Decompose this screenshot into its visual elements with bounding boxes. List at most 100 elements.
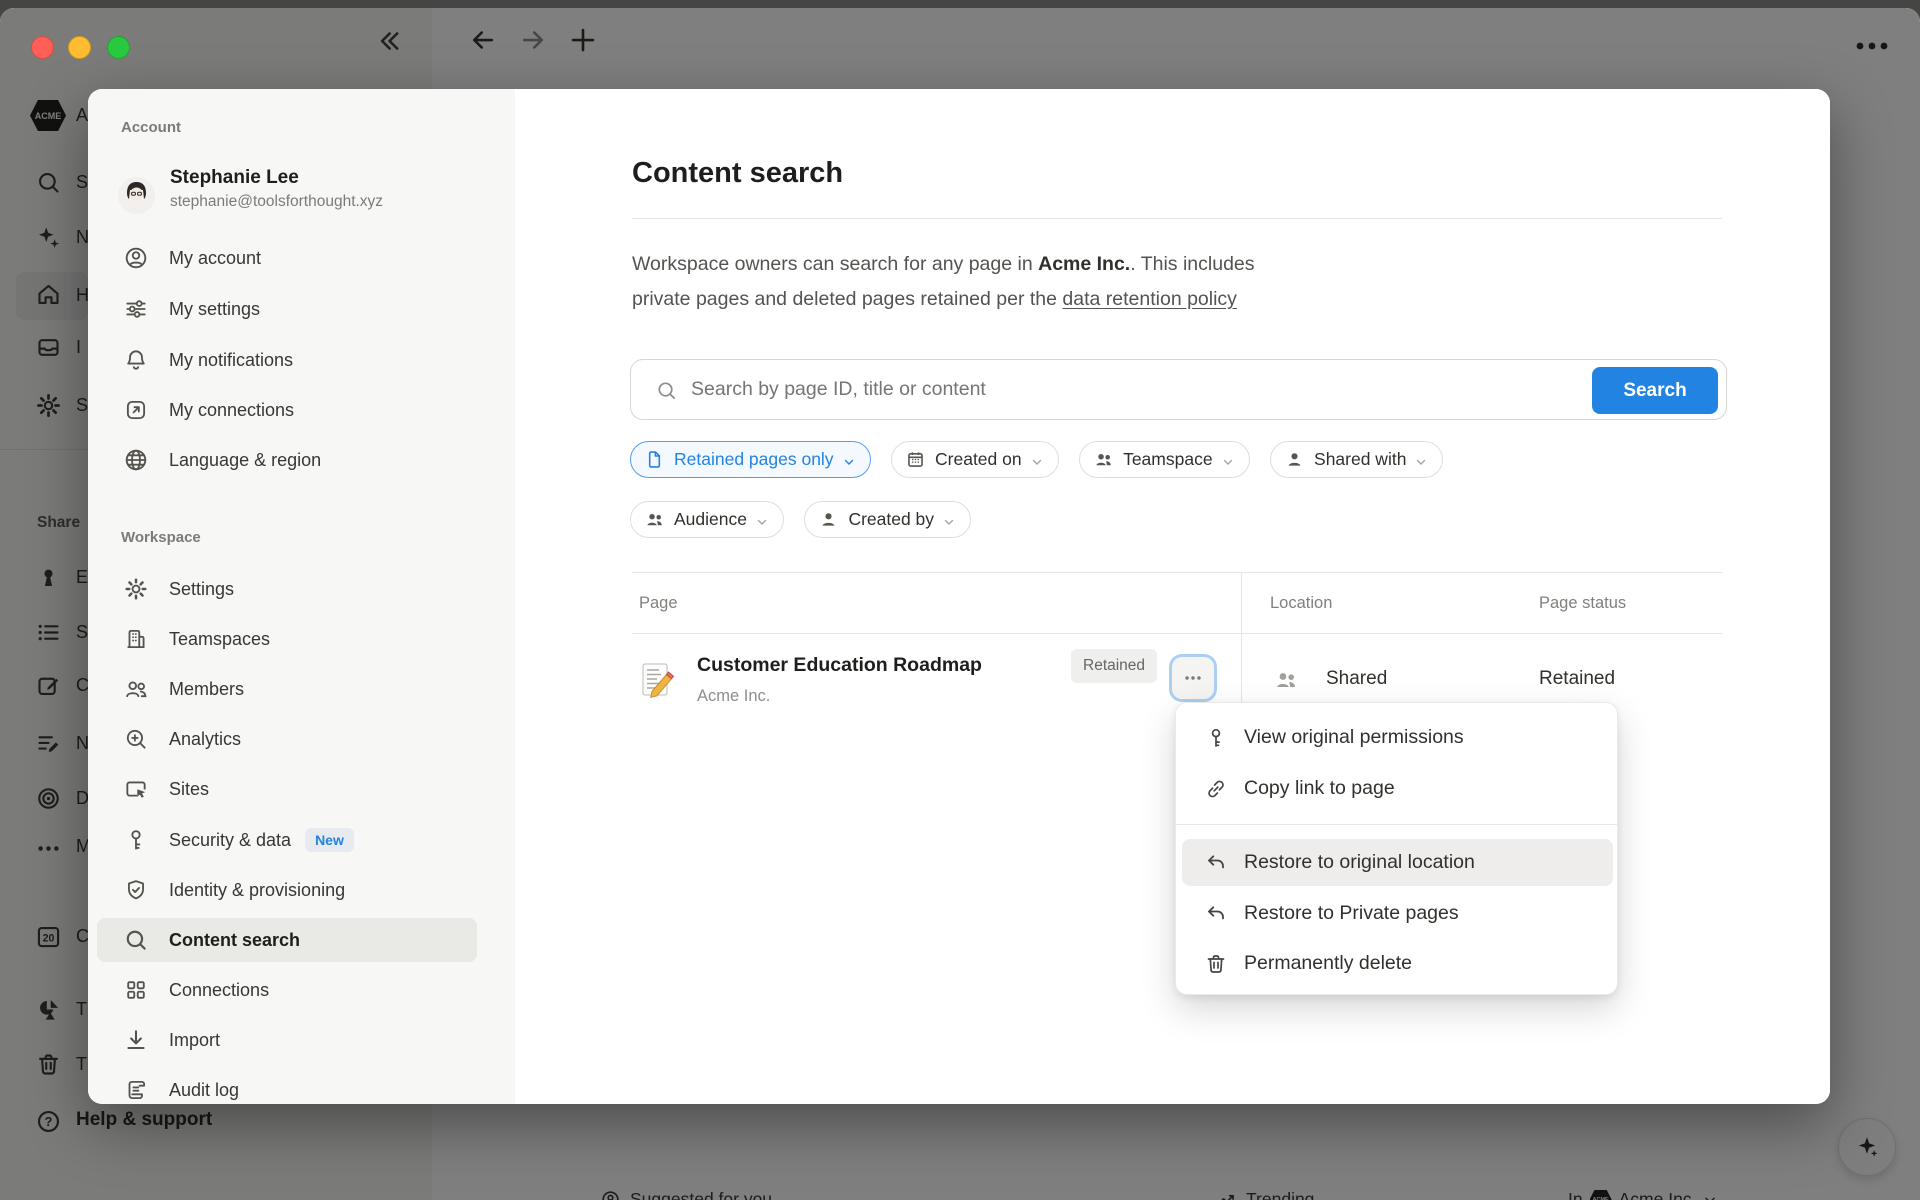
sidebar-item-analytics[interactable]: Analytics <box>97 717 477 761</box>
external-link-icon <box>123 397 149 423</box>
menu-divider <box>1176 824 1617 825</box>
filter-audience[interactable]: Audience <box>630 501 784 538</box>
chevron-down-icon <box>842 453 856 467</box>
people-icon <box>644 509 665 530</box>
sidebar-item-label: Teamspaces <box>169 629 270 650</box>
sidebar-item-security-data[interactable]: Security & data New <box>97 818 477 862</box>
description-workspace-name: Acme Inc. <box>1038 253 1130 275</box>
content-search-panel: Content search Workspace owners can sear… <box>515 89 1830 1104</box>
sidebar-item-import[interactable]: Import <box>97 1018 477 1062</box>
sidebar-item-settings[interactable]: Settings <box>97 567 477 611</box>
sidebar-item-label: Sites <box>169 779 209 800</box>
sidebar-item-label: Analytics <box>169 729 241 750</box>
sidebar-item-label: Content search <box>169 930 300 951</box>
magnifier-icon <box>123 927 149 953</box>
sidebar-item-label: Audit log <box>169 1080 239 1101</box>
shield-check-icon <box>123 877 149 903</box>
search-icon <box>655 379 678 402</box>
sidebar-item-identity-provisioning[interactable]: Identity & provisioning <box>97 868 477 912</box>
link-icon <box>1204 777 1228 801</box>
menu-item-restore-original-location[interactable]: Restore to original location <box>1182 839 1613 886</box>
app-window: ACME A S N H I S Share E S C N D M 20 C … <box>0 8 1920 1200</box>
table-top-border <box>632 572 1722 573</box>
sliders-icon <box>123 296 149 322</box>
column-header-page-status: Page status <box>1539 594 1626 613</box>
memo-page-icon <box>639 661 675 699</box>
menu-item-restore-private-pages[interactable]: Restore to Private pages <box>1182 890 1613 937</box>
search-input[interactable] <box>689 360 1569 419</box>
filter-created-by[interactable]: Created by <box>804 501 971 538</box>
sidebar-item-label: Connections <box>169 980 269 1001</box>
undo-arrow-icon <box>1204 851 1228 875</box>
title-divider <box>632 218 1722 219</box>
person-icon <box>818 509 839 530</box>
globe-icon <box>123 447 149 473</box>
filter-teamspace[interactable]: Teamspace <box>1079 441 1250 478</box>
minimize-window-button[interactable] <box>68 36 91 59</box>
workspace-section-header: Workspace <box>121 529 201 546</box>
key-icon <box>123 827 149 853</box>
chevron-down-icon <box>942 513 956 527</box>
undo-arrow-icon <box>1204 902 1228 926</box>
sidebar-item-teamspaces[interactable]: Teamspaces <box>97 617 477 661</box>
sidebar-item-content-search[interactable]: Content search <box>97 918 477 962</box>
filter-row-1: Retained pages only Created on Teamspace <box>630 441 1459 478</box>
account-section-header: Account <box>121 119 181 136</box>
user-avatar <box>118 177 155 214</box>
description-text: . This includes <box>1130 253 1254 275</box>
sidebar-item-connections[interactable]: Connections <box>97 968 477 1012</box>
filter-label: Created by <box>848 509 934 530</box>
sidebar-item-my-connections[interactable]: My connections <box>97 388 477 432</box>
menu-item-label: Permanently delete <box>1244 952 1412 975</box>
chevron-down-icon <box>1414 453 1428 467</box>
row-workspace: Acme Inc. <box>697 687 770 706</box>
sidebar-item-label: Members <box>169 679 244 700</box>
filter-created-on[interactable]: Created on <box>891 441 1059 478</box>
table-header-border <box>632 633 1722 634</box>
sidebar-item-sites[interactable]: Sites <box>97 767 477 811</box>
chevron-down-icon <box>1030 453 1044 467</box>
menu-item-view-original-permissions[interactable]: View original permissions <box>1182 714 1613 761</box>
sidebar-item-label: My notifications <box>169 350 293 371</box>
chevron-down-icon <box>755 513 769 527</box>
sidebar-item-label: Security & data <box>169 830 291 851</box>
sidebar-item-label: Settings <box>169 579 234 600</box>
menu-item-permanently-delete[interactable]: Permanently delete <box>1182 940 1613 987</box>
download-icon <box>123 1027 149 1053</box>
filter-label: Audience <box>674 509 747 530</box>
person-icon <box>1284 449 1305 470</box>
sidebar-item-audit-log[interactable]: Audit log <box>97 1068 477 1104</box>
filter-retained-pages-only[interactable]: Retained pages only <box>630 441 871 478</box>
sidebar-item-my-account[interactable]: My account <box>97 236 477 280</box>
filter-label: Teamspace <box>1123 449 1213 470</box>
zoom-window-button[interactable] <box>107 36 130 59</box>
close-window-button[interactable] <box>31 36 54 59</box>
data-retention-policy-link[interactable]: data retention policy <box>1062 288 1237 310</box>
row-more-button[interactable] <box>1172 657 1214 699</box>
chevron-down-icon <box>1221 453 1235 467</box>
sidebar-item-language-region[interactable]: Language & region <box>97 438 477 482</box>
search-button[interactable]: Search <box>1592 367 1718 414</box>
row-page-title[interactable]: Customer Education Roadmap <box>697 654 982 677</box>
gear-icon <box>123 576 149 602</box>
sidebar-item-label: Language & region <box>169 450 321 471</box>
row-location: Shared <box>1326 668 1387 690</box>
bell-icon <box>123 347 149 373</box>
sidebar-item-my-settings[interactable]: My settings <box>97 287 477 331</box>
menu-item-label: Copy link to page <box>1244 777 1395 800</box>
column-header-page: Page <box>639 594 678 613</box>
sidebar-item-members[interactable]: Members <box>97 667 477 711</box>
building-icon <box>123 626 149 652</box>
settings-sidebar: Account Stephanie Lee stephanie@toolsfor… <box>88 89 515 1104</box>
filter-label: Created on <box>935 449 1022 470</box>
description-text: Workspace owners can search for any page… <box>632 253 1038 275</box>
filter-shared-with[interactable]: Shared with <box>1270 441 1443 478</box>
sidebar-item-label: Import <box>169 1030 220 1051</box>
menu-item-copy-link[interactable]: Copy link to page <box>1182 765 1613 812</box>
row-status: Retained <box>1539 668 1615 690</box>
sidebar-item-label: My account <box>169 248 261 269</box>
sidebar-item-my-notifications[interactable]: My notifications <box>97 338 477 382</box>
sidebar-item-label: Identity & provisioning <box>169 880 345 901</box>
grid-icon <box>123 977 149 1003</box>
search-bar: Search <box>630 359 1727 420</box>
